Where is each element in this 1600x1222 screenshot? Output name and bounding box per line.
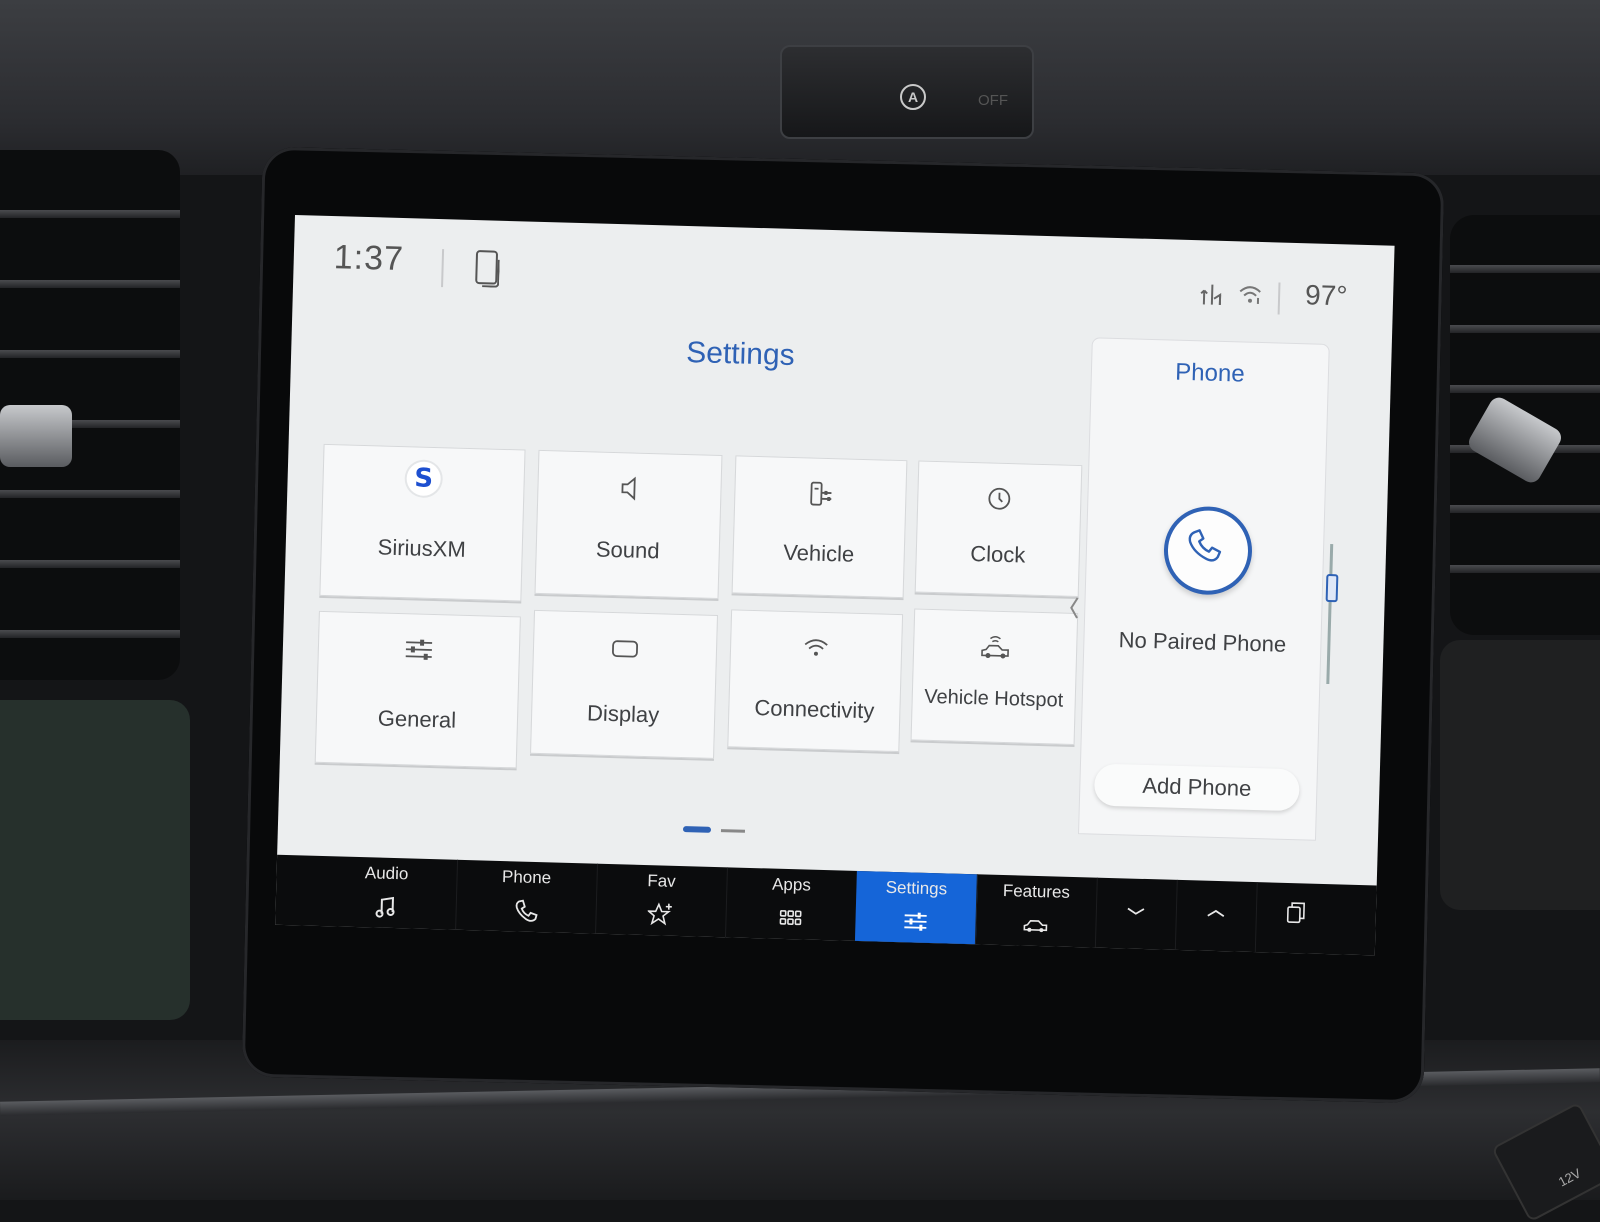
nav-features[interactable]: Features	[974, 874, 1098, 948]
outside-temperature: 97°	[1304, 279, 1348, 312]
signal-strength-icon	[1200, 284, 1222, 305]
tile-general[interactable]: General	[314, 610, 521, 769]
vehicle-settings-icon	[810, 481, 832, 506]
panel-scroll-thumb[interactable]	[1325, 573, 1339, 603]
nav-settings[interactable]: Settings	[854, 870, 978, 945]
chevron-up-icon	[1207, 909, 1225, 917]
wifi-status-icon	[1239, 286, 1261, 304]
siriusxm-logo-letter: S	[406, 461, 442, 497]
page-indicator-active	[682, 826, 712, 833]
left-dash-panel	[0, 700, 190, 1020]
tile-label: Vehicle	[782, 539, 855, 567]
page-title: Settings	[685, 335, 796, 373]
nav-label: Features	[1002, 881, 1071, 902]
auto-start-stop-icon: A	[900, 84, 926, 110]
phone-icon	[515, 899, 538, 922]
wifi-icon	[804, 639, 828, 656]
status-divider	[1277, 282, 1281, 315]
add-phone-button[interactable]: Add Phone	[1093, 763, 1300, 812]
phone-panel: Phone No Paired Phone Add Phone	[1078, 337, 1330, 841]
call-button[interactable]	[1162, 505, 1254, 596]
phone-projection-icon[interactable]	[475, 250, 499, 285]
infotainment-screen: 1:37 97° Settings S SiriusXM Sound Vehic…	[275, 215, 1395, 956]
nav-label: Apps	[771, 874, 812, 895]
nav-phone[interactable]: Phone	[455, 859, 599, 934]
car-hotspot-icon	[981, 635, 1009, 659]
tile-label: Sound	[595, 536, 660, 564]
tile-label: General	[377, 705, 457, 733]
tile-label: Clock	[969, 540, 1026, 568]
nav-label: Audio	[364, 863, 409, 884]
status-divider	[441, 249, 445, 288]
nav-label: Phone	[501, 867, 552, 888]
chevron-down-icon	[1127, 907, 1145, 915]
clock-icon	[988, 487, 1011, 510]
panel-scrollbar[interactable]	[1326, 544, 1334, 685]
grid-icon	[779, 910, 802, 926]
tile-vehicle[interactable]: Vehicle	[731, 455, 908, 599]
tile-label: Connectivity	[754, 695, 875, 724]
panel-collapse-icon[interactable]	[1067, 595, 1082, 621]
nav-label: Fav	[647, 871, 676, 891]
tile-label: SiriusXM	[377, 534, 467, 562]
phone-status: No Paired Phone	[1118, 627, 1287, 657]
nav-collapse-button[interactable]	[1094, 877, 1178, 950]
right-dash-panel	[1440, 640, 1600, 910]
tile-display[interactable]: Display	[530, 609, 718, 759]
overlap-windows-icon	[1286, 902, 1305, 924]
tile-label: Display	[586, 700, 660, 728]
nav-label: Settings	[885, 877, 948, 899]
nav-fav[interactable]: Fav	[595, 863, 728, 938]
tile-vehicle-hotspot[interactable]: Vehicle Hotspot	[910, 608, 1079, 745]
star-plus-icon	[647, 902, 672, 926]
nav-expand-button[interactable]	[1174, 879, 1258, 953]
status-clock: 1:37	[333, 238, 405, 279]
tile-clock[interactable]: Clock	[914, 460, 1083, 598]
speaker-icon	[621, 476, 636, 501]
tile-connectivity[interactable]: Connectivity	[727, 609, 904, 753]
car-icon	[1023, 920, 1048, 933]
sliders-icon	[904, 912, 927, 931]
display-icon	[612, 640, 639, 658]
tile-siriusxm[interactable]: S SiriusXM	[319, 443, 526, 602]
vehicle-dashboard: A OFF 12V 1:37 97° Settings S SiriusXM S…	[0, 0, 1600, 1222]
left-vent-knob	[0, 405, 72, 467]
tile-sound[interactable]: Sound	[534, 449, 723, 599]
phone-icon	[1188, 529, 1222, 562]
siriusxm-logo-icon: S	[406, 461, 442, 497]
tile-label: Vehicle Hotspot	[923, 685, 1064, 712]
page-indicator-inactive	[720, 829, 746, 833]
sliders-icon	[405, 639, 433, 660]
nav-windows-button[interactable]	[1255, 882, 1337, 954]
music-note-icon	[375, 896, 395, 918]
nav-audio[interactable]: Audio	[315, 855, 459, 930]
nav-apps[interactable]: Apps	[725, 867, 858, 941]
auto-start-stop-off-label: OFF	[978, 92, 1008, 109]
phone-panel-title: Phone	[1174, 358, 1246, 388]
